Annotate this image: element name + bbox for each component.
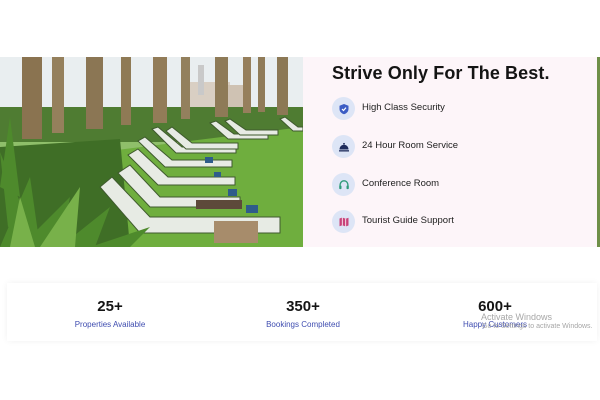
map-icon	[332, 210, 355, 233]
headset-icon	[332, 173, 355, 196]
stat-bookings: 350+ Bookings Completed	[223, 298, 383, 330]
feature-item-conference: Conference Room	[332, 173, 582, 197]
stat-value: 350+	[286, 298, 320, 315]
stat-properties: 25+ Properties Available	[30, 298, 190, 330]
feature-label: 24 Hour Room Service	[362, 140, 459, 151]
shield-icon	[332, 97, 355, 120]
features-title: Strive Only For The Best.	[332, 63, 550, 83]
feature-label: Conference Room	[362, 178, 440, 189]
stat-caption: Bookings Completed	[266, 320, 340, 329]
watermark-title: Activate Windows	[481, 312, 553, 322]
watermark-subtitle: Go to Settings to activate Windows.	[482, 323, 593, 330]
feature-label: High Class Security	[362, 102, 445, 113]
hero-section: Strive Only For The Best. High Class Sec…	[0, 57, 600, 247]
feature-item-tourist-guide: Tourist Guide Support	[332, 210, 582, 234]
activate-windows-watermark: Activate Windows Go to Settings to activ…	[481, 312, 593, 331]
resort-pool-photo	[0, 57, 303, 247]
feature-label: Tourist Guide Support	[362, 215, 454, 226]
stat-value: 25+	[97, 298, 123, 315]
feature-item-security: High Class Security	[332, 97, 582, 121]
stat-caption: Properties Available	[74, 320, 146, 329]
page: Strive Only For The Best. High Class Sec…	[0, 0, 600, 400]
room-service-icon	[332, 135, 355, 158]
feature-item-room-service: 24 Hour Room Service	[332, 135, 582, 159]
